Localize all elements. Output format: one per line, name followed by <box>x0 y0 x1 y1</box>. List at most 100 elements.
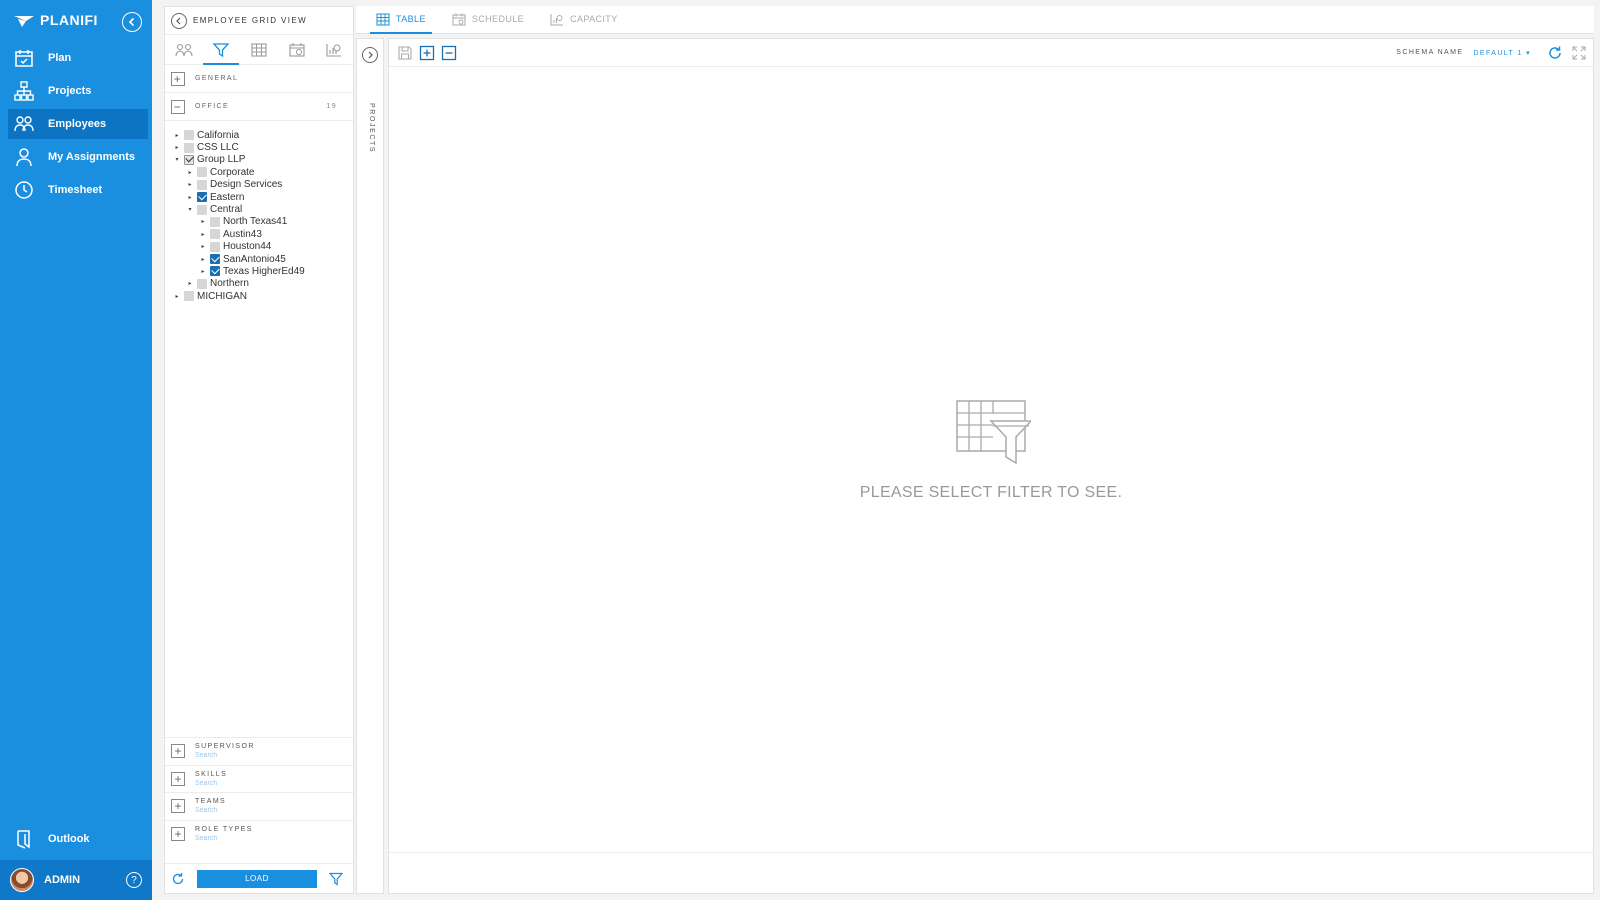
projects-label[interactable]: PROJECTS <box>368 103 375 153</box>
avatar[interactable] <box>10 868 34 892</box>
caret-right-icon[interactable]: ▸ <box>199 268 207 275</box>
section-supervisor: + SUPERVISOR <box>165 737 353 765</box>
tree-node-checkbox[interactable] <box>184 130 194 141</box>
nav-item-outlook[interactable]: Outlook <box>8 824 148 854</box>
tree-node-label[interactable]: Central <box>210 204 242 215</box>
hierarchy-icon <box>14 81 34 101</box>
filter-panel-header: EMPLOYEE GRID VIEW <box>165 7 353 35</box>
nav-item-projects[interactable]: Projects <box>8 76 148 106</box>
collapse-all-button[interactable] <box>441 45 457 61</box>
refresh-button[interactable] <box>1547 45 1563 61</box>
expand-icon[interactable]: + <box>171 799 185 814</box>
caret-right-icon[interactable]: ▸ <box>173 293 181 300</box>
tab-label: CAPACITY <box>570 14 618 24</box>
caret-right-icon[interactable]: ▸ <box>186 169 194 176</box>
tab-schedule[interactable]: SCHEDULE <box>446 5 530 33</box>
expand-icon[interactable]: + <box>171 744 185 759</box>
caret-right-icon[interactable]: ▸ <box>199 231 207 238</box>
expand-icon[interactable]: + <box>171 71 185 86</box>
tree-node-checkbox[interactable] <box>184 291 194 302</box>
nav-item-label: Timesheet <box>48 184 103 196</box>
expand-icon[interactable]: + <box>171 771 185 786</box>
teams-search-input[interactable] <box>195 807 315 815</box>
calendar-icon <box>15 50 33 67</box>
tree-node-checkbox[interactable] <box>197 192 207 203</box>
table-filter-icon <box>956 400 1033 465</box>
tree-node-label[interactable]: North Texas41 <box>223 216 287 227</box>
tree-node-label[interactable]: Northern <box>210 278 249 289</box>
caret-right-icon[interactable]: ▸ <box>199 243 207 250</box>
tree-node-label[interactable]: Eastern <box>210 192 244 203</box>
tree-node-label[interactable]: SanAntonio45 <box>223 254 286 265</box>
tree-node-checkbox[interactable] <box>197 278 207 289</box>
caret-down-icon[interactable]: ▾ <box>173 156 181 163</box>
tree-node-checkbox[interactable] <box>210 216 220 227</box>
nav-item-timesheet[interactable]: Timesheet <box>8 175 148 205</box>
caret-right-icon[interactable]: ▸ <box>199 256 207 263</box>
person-icon <box>16 148 32 167</box>
tab-grid[interactable] <box>241 35 277 65</box>
tree-node-label[interactable]: MICHIGAN <box>197 291 247 302</box>
filter-icon <box>212 42 230 57</box>
caret-right-icon[interactable]: ▸ <box>173 144 181 151</box>
section-title: SUPERVISOR <box>195 743 255 751</box>
caret-down-icon[interactable]: ▾ <box>186 206 194 213</box>
tab-capacity[interactable]: CAPACITY <box>544 5 624 33</box>
section-general[interactable]: + GENERAL <box>165 65 353 93</box>
caret-right-icon[interactable]: ▸ <box>186 181 194 188</box>
expand-all-button[interactable] <box>419 45 435 61</box>
section-role-types: + ROLE TYPES <box>165 819 353 848</box>
tree-node-checkbox[interactable] <box>184 154 194 165</box>
tree-node-label[interactable]: Houston44 <box>223 241 271 252</box>
tree-node-checkbox[interactable] <box>210 254 220 265</box>
tree-node-label[interactable]: CSS LLC <box>197 142 239 153</box>
nav-item-my-assignments[interactable]: My Assignments <box>8 142 148 172</box>
skills-search-input[interactable] <box>195 779 315 787</box>
save-button[interactable] <box>397 45 413 61</box>
supervisor-search-input[interactable] <box>195 752 315 760</box>
tree-node-checkbox[interactable] <box>197 204 207 215</box>
brand-name: PLANIFI <box>40 12 98 28</box>
tree-node-label[interactable]: California <box>197 130 239 141</box>
tree-node-checkbox[interactable] <box>210 266 220 277</box>
tree-node-label[interactable]: Austin43 <box>223 229 262 240</box>
role-types-search-input[interactable] <box>195 834 315 842</box>
tab-capacity[interactable] <box>316 35 352 65</box>
help-icon[interactable]: ? <box>126 872 142 888</box>
tab-filter[interactable] <box>203 35 240 65</box>
nav-item-label: My Assignments <box>48 151 136 163</box>
nav-item-plan[interactable]: Plan <box>8 43 148 73</box>
caret-right-icon[interactable]: ▸ <box>186 194 194 201</box>
tab-schedule[interactable] <box>279 35 315 65</box>
tree-node-label[interactable]: Corporate <box>210 167 254 178</box>
caret-right-icon[interactable]: ▸ <box>199 218 207 225</box>
tree-node: ▸ Corporate <box>165 166 353 178</box>
caret-right-icon[interactable]: ▸ <box>173 132 181 139</box>
back-button[interactable] <box>171 12 187 29</box>
tree-node-checkbox[interactable] <box>210 229 220 240</box>
collapse-icon[interactable]: − <box>171 99 185 114</box>
schema-dropdown[interactable]: DEFAULT 1 ▾ <box>1473 49 1531 57</box>
refresh-icon[interactable] <box>171 872 185 886</box>
tree-node-label[interactable]: Design Services <box>210 179 282 190</box>
tree-node-label[interactable]: Group LLP <box>197 154 245 165</box>
caret-right-icon[interactable]: ▸ <box>186 280 194 287</box>
section-office[interactable]: − OFFICE 19 <box>165 93 353 121</box>
fullscreen-button[interactable] <box>1571 45 1587 61</box>
load-button[interactable]: LOAD <box>197 869 317 888</box>
save-icon <box>398 45 412 60</box>
expand-icon[interactable]: + <box>171 826 185 841</box>
brand-logo[interactable]: PLANIFI <box>14 12 98 28</box>
filter-icon[interactable] <box>329 872 343 886</box>
tree-node-checkbox[interactable] <box>197 167 207 178</box>
expand-projects-button[interactable] <box>362 47 378 63</box>
nav-item-employees[interactable]: Employees <box>8 109 148 139</box>
tree-node-checkbox[interactable] <box>210 241 220 252</box>
collapse-nav-button[interactable] <box>122 12 142 32</box>
tab-table[interactable]: TABLE <box>370 5 432 34</box>
tree-node-checkbox[interactable] <box>184 142 194 153</box>
tree-node-label[interactable]: Texas HigherEd49 <box>223 266 305 277</box>
office-tree: ▸ California ▸ CSS LLC ▾ Group LLP ▸ Corporate ▸… <box>165 121 353 302</box>
tree-node-checkbox[interactable] <box>197 179 207 190</box>
tab-people[interactable] <box>166 35 202 65</box>
